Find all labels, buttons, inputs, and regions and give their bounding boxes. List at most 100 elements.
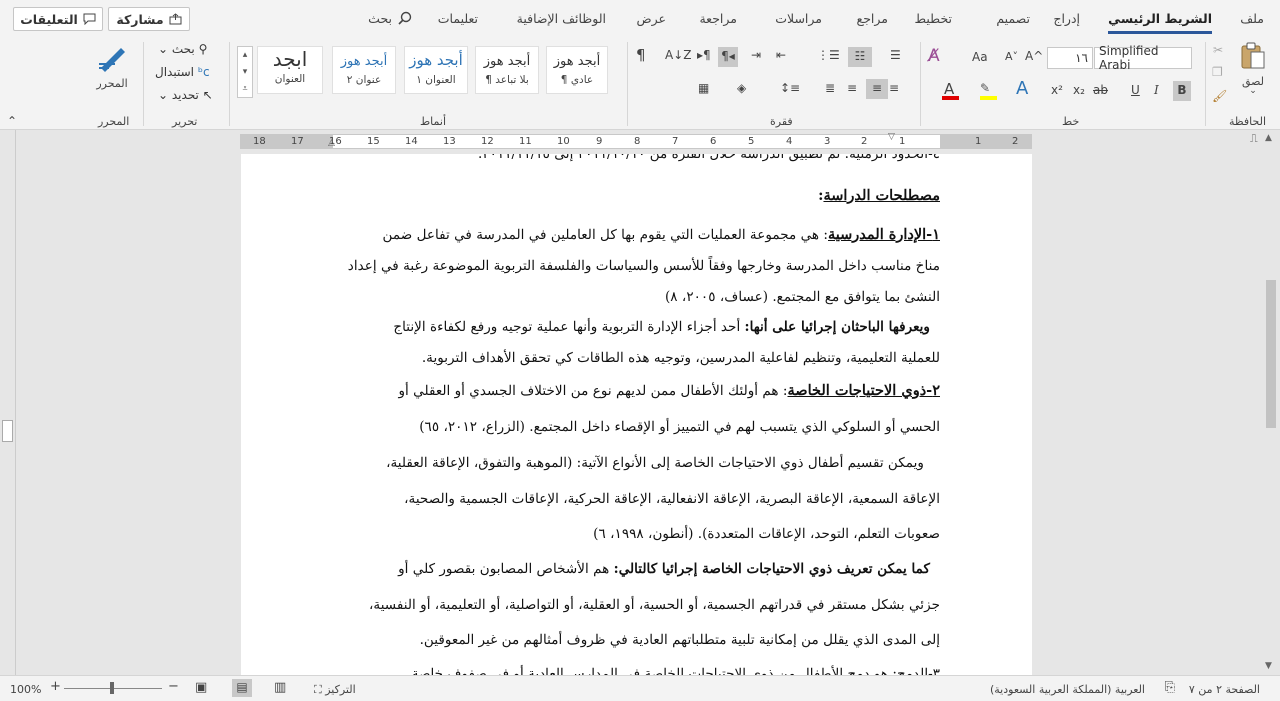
ruler-number: 8 [634,136,641,147]
shrink-font-icon[interactable]: A˅ [1005,51,1018,62]
cut-icon[interactable]: ✂ [1213,44,1223,56]
shading-icon[interactable]: ◈ [737,82,746,94]
align-right-icon[interactable]: ≡ [889,82,899,94]
editor-pen-icon [99,48,125,72]
tab-review[interactable]: مراجعة [699,11,737,26]
italic-icon[interactable]: I [1154,84,1159,96]
bold-icon[interactable]: B [1173,81,1191,101]
line-text: هم الأشخاص المصابون بقصور كلي أو [398,561,614,577]
style-sample: أبجد هوز [553,54,601,69]
sort-icon[interactable]: A↓Z [665,49,691,61]
numbering-icon[interactable]: ☷ [848,47,872,67]
read-mode-icon[interactable]: ▥ [274,680,286,695]
tab-design[interactable]: تصميم [996,11,1030,26]
tab-help[interactable]: تعليمات [438,11,478,26]
tab-layout[interactable]: تخطيط [915,11,952,26]
ruler-number: 4 [786,136,793,147]
ruler-number: 5 [748,136,755,147]
replace-icon: ᵇc [197,65,210,79]
underline-icon[interactable]: U [1131,84,1140,96]
increase-indent-icon[interactable]: ⇥ [751,49,761,61]
share-icon [169,13,182,25]
justify-icon[interactable]: ≣ [825,82,835,94]
group-divider [920,42,921,126]
style-sample: أبجد هوز [340,54,388,69]
change-case-button[interactable]: Aa [972,51,988,63]
document-page[interactable]: ٤-الحدود الزمنية: تم تطبيق الدراسة خلال … [241,154,1032,675]
doc-line: ٤-الحدود الزمنية: تم تطبيق الدراسة خلال … [477,154,940,162]
editor-button[interactable]: المحرر [93,42,131,89]
ruler-number: 15 [367,136,380,147]
strikethrough-icon[interactable]: ab [1093,84,1108,96]
highlight-icon[interactable]: ✎ [980,82,990,94]
tab-addins[interactable]: الوظائف الإضافية [517,11,606,26]
grow-font-icon[interactable]: A^ [1025,50,1043,62]
scroll-up-icon[interactable]: ▲ [1265,133,1272,143]
tab-references[interactable]: مراجع [857,11,888,26]
zoom-level[interactable]: 100% [10,683,41,696]
share-button[interactable]: مشاركة [108,7,190,31]
group-divider [1205,42,1206,126]
style-no-spacing[interactable]: أبجد هوز ¶ بلا تباعد [475,46,539,94]
subscript-icon[interactable]: x₂ [1073,84,1085,96]
font-name-box[interactable]: Simplified Arabi [1094,44,1192,72]
clear-formatting-icon[interactable]: A̸ [928,48,940,65]
font-color-icon[interactable]: A [944,82,954,97]
styles-scroll[interactable]: ▴ ▾ ⩡ [237,46,253,98]
decrease-indent-icon[interactable]: ⇤ [776,49,786,61]
collapse-ribbon-icon[interactable]: ⌃ [7,115,17,127]
print-layout-icon[interactable]: ▤ [232,679,252,697]
bullets-icon[interactable]: ☰ [890,49,901,61]
tab-file[interactable]: ملف [1240,11,1264,26]
format-painter-icon[interactable]: 🖌 [1212,90,1227,102]
line-spacing-icon[interactable]: ↕≡ [780,82,800,94]
tab-view[interactable]: عرض [637,11,666,26]
scroll-thumb[interactable] [1266,280,1276,428]
style-heading-1[interactable]: أبجد هوز العنوان ١ [404,46,468,94]
style-title[interactable]: ابجد العنوان [257,46,323,94]
show-marks-icon[interactable]: ¶ [636,48,646,63]
tab-mailings[interactable]: مراسلات [775,11,822,26]
rtl-icon[interactable]: ¶◂ [718,47,738,67]
text-effects-icon[interactable]: A [1016,80,1028,98]
proofing-icon[interactable]: ⎘ [1165,680,1175,695]
style-name: ¶ بلا تباعد [485,74,529,86]
borders-icon[interactable]: ▦ [698,82,709,94]
zoom-slider-thumb[interactable] [110,682,114,694]
scroll-down-icon[interactable]: ▼ [1265,661,1272,671]
ltr-icon[interactable]: ▸¶ [697,49,711,61]
tab-home[interactable]: الشريط الرئيسي [1108,11,1212,34]
indent-marker[interactable]: △ [328,138,335,148]
web-layout-icon[interactable]: ▣ [195,680,207,695]
ruler-toggle[interactable]: ⎍ [1250,132,1258,146]
group-divider [627,42,628,126]
style-name: العنوان ١ [416,74,456,86]
page-count[interactable]: الصفحة ٢ من ٧ [1189,683,1260,696]
focus-button[interactable]: التركيز ⛶ [314,683,356,697]
font-size-box[interactable]: ١٦ [1047,47,1093,69]
multilevel-list-icon[interactable]: ⋮☰ [817,49,840,61]
vertical-scrollbar[interactable]: ▲ ▼ [1262,130,1280,675]
style-heading-2[interactable]: أبجد هوز عنوان ٢ [332,46,396,94]
doc-line: كما يمكن تعريف ذوي الاحتياجات الخاصة إجر… [334,561,940,577]
comments-button[interactable]: التعليقات [13,7,103,31]
align-center-icon[interactable]: ≡ [866,79,888,99]
find-label: بحث [171,42,195,56]
find-button[interactable]: ⚲ بحث ⌄ [158,42,207,56]
copy-icon[interactable]: ❐ [1212,66,1223,78]
language-status[interactable]: العربية (المملكة العربية السعودية) [990,683,1145,696]
indent-marker[interactable]: ▽ [888,132,895,142]
tell-me-search[interactable]: بحث [368,11,412,26]
ruler-number: 14 [405,136,418,147]
vertical-ruler-thumb[interactable] [2,420,13,442]
ribbon: لصق ⌄ ✂ ❐ 🖌 الحافظة Simplified Arabi ١٦ … [0,38,1280,130]
align-left-icon[interactable]: ≡ [847,82,857,94]
superscript-icon[interactable]: x² [1051,84,1063,96]
zoom-out-icon[interactable]: − [168,679,179,694]
zoom-in-icon[interactable]: + [50,679,61,694]
replace-button[interactable]: ᵇc استبدال [155,65,210,79]
tab-insert[interactable]: إدراج [1053,11,1080,26]
paste-button[interactable]: لصق ⌄ [1238,42,1268,96]
style-normal[interactable]: أبجد هوز ¶ عادي [546,46,608,94]
select-button[interactable]: ↖ تحديد ⌄ [158,88,213,102]
